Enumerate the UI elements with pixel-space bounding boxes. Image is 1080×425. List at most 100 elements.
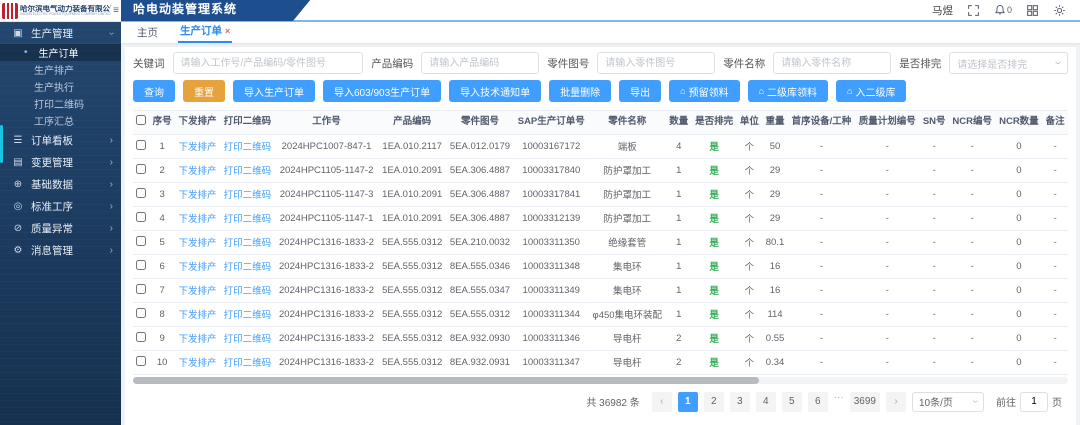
cell-unit: 个 (737, 350, 763, 374)
print-qrcode-link[interactable]: 打印二维码 (220, 278, 275, 302)
select-all-header (133, 111, 149, 135)
sidebar-item-消息管理[interactable]: ⚙消息管理› (0, 239, 121, 261)
send-schedule-link[interactable]: 下发排产 (175, 350, 220, 374)
lvl2-in-button[interactable]: ⌂入二级库 (836, 80, 906, 102)
row-checkbox[interactable] (136, 284, 146, 294)
send-schedule-link[interactable]: 下发排产 (175, 230, 220, 254)
print-qrcode-link[interactable]: 打印二维码 (220, 326, 275, 350)
reset-button[interactable]: 重置 (183, 80, 225, 102)
tab-主页[interactable]: 主页 (135, 22, 160, 43)
lvl2-pick-button[interactable]: ⌂二级库领料 (748, 80, 828, 102)
page-button-5[interactable]: 5 (782, 392, 802, 412)
keyword-input[interactable] (173, 52, 364, 74)
sidebar-item-变更管理[interactable]: ▤变更管理› (0, 151, 121, 173)
sidebar-subitem-打印二维码[interactable]: 打印二维码 (0, 95, 121, 112)
sidebar-subitem-生产订单[interactable]: 生产订单 (0, 44, 121, 61)
cell-equip: - (788, 182, 855, 206)
sidebar-subitem-生产执行[interactable]: 生产执行 (0, 78, 121, 95)
export-button[interactable]: 导出 (619, 80, 661, 102)
print-qrcode-link[interactable]: 打印二维码 (220, 350, 275, 374)
page-button-3[interactable]: 3 (730, 392, 750, 412)
cell-scheduled: 是 (692, 182, 737, 206)
print-qrcode-link[interactable]: 打印二维码 (220, 302, 275, 326)
cell-sn: - (920, 278, 949, 302)
import-603-button[interactable]: 导入603/903生产订单 (323, 80, 441, 102)
horizontal-scrollbar-thumb[interactable] (133, 377, 759, 384)
cell-ncr-no: - (949, 230, 996, 254)
send-schedule-link[interactable]: 下发排产 (175, 182, 220, 206)
batch-delete-button[interactable]: 批量删除 (549, 80, 611, 102)
chevron-icon: › (110, 179, 113, 190)
prev-page-button[interactable]: ‹ (652, 392, 672, 412)
send-schedule-link[interactable]: 下发排产 (175, 158, 220, 182)
sidebar-subitem-生产排产[interactable]: 生产排产 (0, 61, 121, 78)
row-checkbox[interactable] (136, 332, 146, 342)
table-row: 2下发排产打印二维码2024HPC1105-1147-21EA.010.2091… (133, 158, 1068, 182)
sidebar-scrollbar-thumb[interactable] (0, 125, 3, 163)
print-qrcode-link[interactable]: 打印二维码 (220, 134, 275, 158)
print-qrcode-link[interactable]: 打印二维码 (220, 206, 275, 230)
print-qrcode-link[interactable]: 打印二维码 (220, 230, 275, 254)
cell-plan-no: - (855, 302, 920, 326)
send-schedule-link[interactable]: 下发排产 (175, 302, 220, 326)
cell-sn: - (920, 206, 949, 230)
print-qrcode-link[interactable]: 打印二维码 (220, 182, 275, 206)
query-button[interactable]: 查询 (133, 80, 175, 102)
send-schedule-link[interactable]: 下发排产 (175, 278, 220, 302)
product-code-input[interactable] (421, 52, 539, 74)
production-icon: ▣ (12, 28, 24, 39)
print-qrcode-link[interactable]: 打印二维码 (220, 254, 275, 278)
row-checkbox[interactable] (136, 356, 146, 366)
part-no-input[interactable] (597, 52, 715, 74)
cell-sn: - (920, 158, 949, 182)
close-tab-icon[interactable]: × (225, 26, 230, 36)
page-button-2[interactable]: 2 (704, 392, 724, 412)
row-checkbox[interactable] (136, 236, 146, 246)
sidebar-item-订单看板[interactable]: ☰订单看板› (0, 129, 121, 151)
apps-grid-icon[interactable] (1026, 4, 1039, 17)
row-checkbox[interactable] (136, 164, 146, 174)
cell-qty: 1 (666, 230, 692, 254)
current-user[interactable]: 马煜 (932, 3, 953, 18)
notification-bell-icon[interactable]: 0 (994, 4, 1012, 16)
kanban-icon: ☰ (12, 135, 24, 146)
settings-gear-icon[interactable] (1053, 4, 1066, 17)
send-schedule-link[interactable]: 下发排产 (175, 206, 220, 230)
cell-work-no: 2024HPC1316-1833-2 (275, 278, 378, 302)
cell-sap-no: 10003311346 (514, 326, 589, 350)
sidebar-item-标准工序[interactable]: ◎标准工序› (0, 195, 121, 217)
sidebar-subitem-工序汇总[interactable]: 工序汇总 (0, 112, 121, 129)
row-checkbox[interactable] (136, 308, 146, 318)
row-checkbox[interactable] (136, 188, 146, 198)
page-button-6[interactable]: 6 (808, 392, 828, 412)
send-schedule-link[interactable]: 下发排产 (175, 326, 220, 350)
row-checkbox[interactable] (136, 140, 146, 150)
sidebar-item-质量异常[interactable]: ⊘质量异常› (0, 217, 121, 239)
row-checkbox[interactable] (136, 260, 146, 270)
fullscreen-icon[interactable] (967, 4, 980, 17)
cell-work-no: 2024HPC1105-1147-3 (275, 182, 378, 206)
import-notice-button[interactable]: 导入技术通知单 (449, 80, 541, 102)
sidebar-collapse-icon[interactable]: ≡ (113, 5, 119, 16)
sidebar-item-生产管理[interactable]: ▣生产管理› (0, 22, 121, 44)
send-schedule-link[interactable]: 下发排产 (175, 254, 220, 278)
cell-scheduled: 是 (692, 158, 737, 182)
scheduled-select[interactable]: 请选择是否排完 › (949, 52, 1068, 74)
row-checkbox[interactable] (136, 212, 146, 222)
tab-生产订单[interactable]: 生产订单× (178, 22, 232, 43)
page-button-1[interactable]: 1 (678, 392, 698, 412)
select-all-checkbox[interactable] (136, 115, 146, 125)
horizontal-scrollbar[interactable] (133, 377, 1068, 384)
send-schedule-link[interactable]: 下发排产 (175, 134, 220, 158)
part-name-input[interactable] (773, 52, 891, 74)
page-button-4[interactable]: 4 (756, 392, 776, 412)
next-page-button[interactable]: › (886, 392, 906, 412)
page-button-3699[interactable]: 3699 (850, 392, 880, 412)
import-order-button[interactable]: 导入生产订单 (233, 80, 315, 102)
reserve-pick-button[interactable]: ⌂预留领料 (669, 80, 739, 102)
page-ellipsis[interactable]: ··· (834, 392, 844, 412)
print-qrcode-link[interactable]: 打印二维码 (220, 158, 275, 182)
page-size-select[interactable]: 10条/页 › (912, 392, 984, 412)
goto-page-input[interactable] (1020, 392, 1048, 412)
sidebar-item-基础数据[interactable]: ⊕基础数据› (0, 173, 121, 195)
